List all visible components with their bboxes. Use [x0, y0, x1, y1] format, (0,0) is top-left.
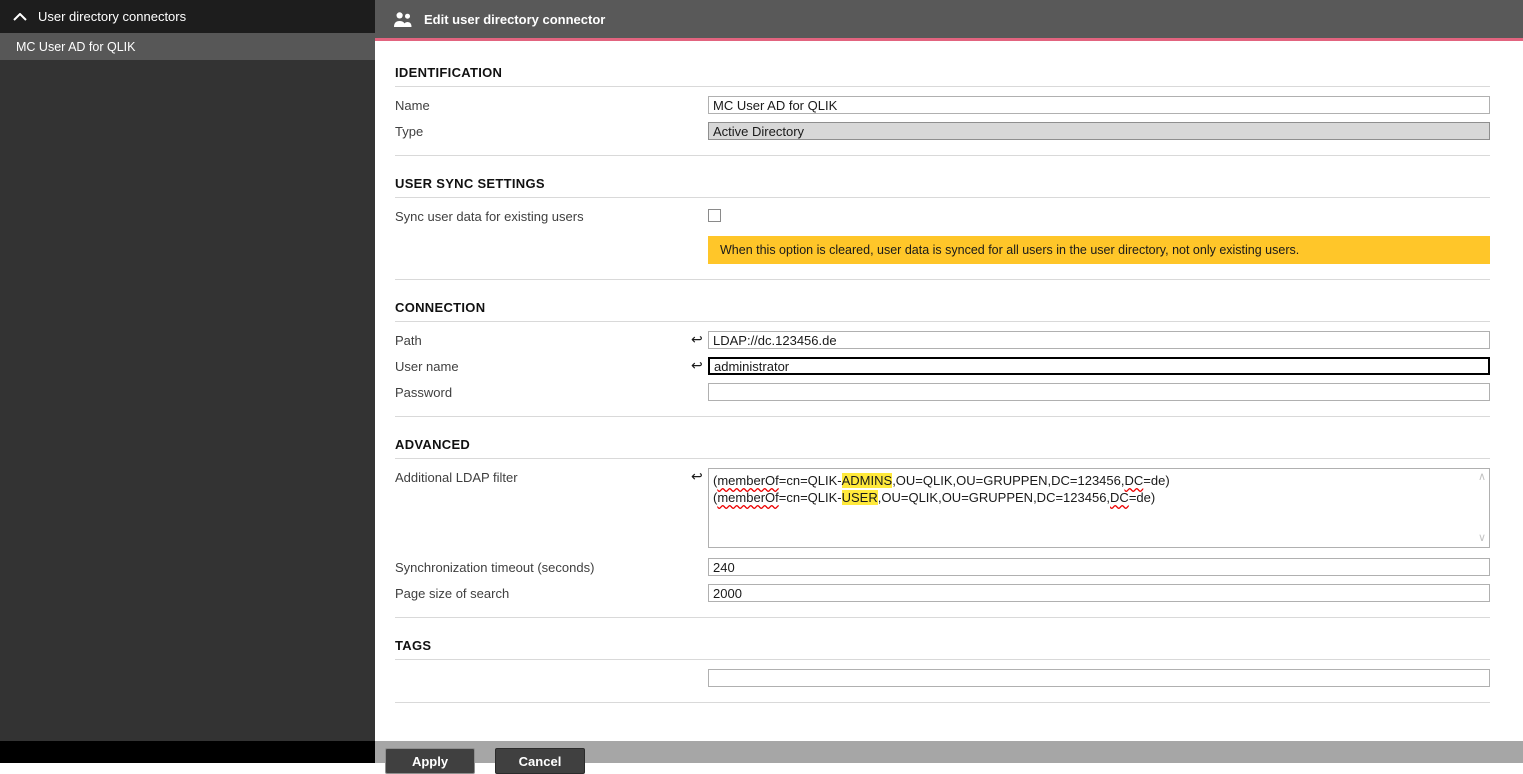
sidebar: User directory connectors MC User AD for… — [0, 0, 375, 763]
app-window: User directory connectors MC User AD for… — [0, 0, 1523, 774]
sync-row: Sync user data for existing users When t… — [395, 207, 1490, 264]
pagesize-label: Page size of search — [395, 586, 510, 601]
section-title: TAGS — [395, 638, 1490, 660]
section-title: USER SYNC SETTINGS — [395, 176, 1490, 198]
pagesize-input[interactable] — [708, 584, 1490, 602]
ldap-filter-content: (memberOf=cn=QLIK-ADMINS,OU=QLIK,OU=GRUP… — [713, 473, 1170, 505]
sidebar-title: User directory connectors — [38, 9, 187, 24]
name-label: Name — [395, 98, 430, 113]
path-input[interactable] — [708, 331, 1490, 349]
section-title: ADVANCED — [395, 437, 1490, 459]
section-identification: IDENTIFICATION Name Type — [395, 65, 1490, 156]
chevron-up-icon — [13, 12, 27, 21]
sidebar-item-connector[interactable]: MC User AD for QLIK — [0, 33, 375, 60]
username-input[interactable] — [708, 357, 1490, 375]
type-label: Type — [395, 124, 424, 139]
tags-input[interactable] — [708, 669, 1490, 687]
type-row: Type — [395, 122, 1490, 140]
section-advanced: ADVANCED Additional LDAP filter ↩ (membe… — [395, 437, 1490, 618]
timeout-input[interactable] — [708, 558, 1490, 576]
scroll-up-icon[interactable]: ∧ — [1478, 472, 1486, 483]
section-title: CONNECTION — [395, 300, 1490, 322]
users-icon — [392, 11, 414, 27]
sync-warning: When this option is cleared, user data i… — [708, 236, 1490, 264]
sidebar-header[interactable]: User directory connectors — [0, 0, 375, 33]
username-label: User name — [395, 359, 459, 374]
sync-label: Sync user data for existing users — [395, 209, 584, 224]
name-row: Name — [395, 96, 1490, 114]
ldap-filter-row: Additional LDAP filter ↩ (memberOf=cn=QL… — [395, 468, 1490, 548]
timeout-label: Synchronization timeout (seconds) — [395, 560, 595, 575]
section-tags: TAGS — [395, 638, 1490, 703]
ldap-filter-label: Additional LDAP filter — [395, 470, 518, 485]
password-input[interactable] — [708, 383, 1490, 401]
section-title: IDENTIFICATION — [395, 65, 1490, 87]
path-label: Path — [395, 333, 422, 348]
section-connection: CONNECTION Path ↩ User name ↩ — [395, 300, 1490, 417]
apply-button[interactable]: Apply — [385, 748, 475, 774]
page-title: Edit user directory connector — [424, 11, 606, 27]
path-row: Path ↩ — [395, 331, 1490, 349]
undo-icon[interactable]: ↩ — [691, 331, 708, 347]
name-input[interactable] — [708, 96, 1490, 114]
page-header: Edit user directory connector — [375, 0, 1523, 38]
pagesize-row: Page size of search — [395, 584, 1490, 602]
sidebar-footer — [0, 741, 375, 763]
timeout-row: Synchronization timeout (seconds) — [395, 558, 1490, 576]
edit-form: IDENTIFICATION Name Type — [375, 41, 1523, 763]
type-input — [708, 122, 1490, 140]
username-row: User name ↩ — [395, 357, 1490, 375]
undo-icon[interactable]: ↩ — [691, 357, 708, 373]
tags-row — [395, 669, 1490, 687]
action-bar: Apply Cancel — [375, 741, 1523, 774]
undo-icon[interactable]: ↩ — [691, 468, 708, 484]
password-row: Password — [395, 383, 1490, 401]
sidebar-item-label: MC User AD for QLIK — [16, 39, 136, 54]
section-user-sync: USER SYNC SETTINGS Sync user data for ex… — [395, 176, 1490, 280]
ldap-filter-textarea[interactable]: (memberOf=cn=QLIK-ADMINS,OU=QLIK,OU=GRUP… — [708, 468, 1490, 548]
scroll-down-icon[interactable]: ∨ — [1478, 533, 1486, 544]
sync-checkbox[interactable] — [708, 209, 721, 222]
cancel-button[interactable]: Cancel — [495, 748, 585, 774]
main-panel: Edit user directory connector IDENTIFICA… — [375, 0, 1523, 763]
password-label: Password — [395, 385, 453, 400]
